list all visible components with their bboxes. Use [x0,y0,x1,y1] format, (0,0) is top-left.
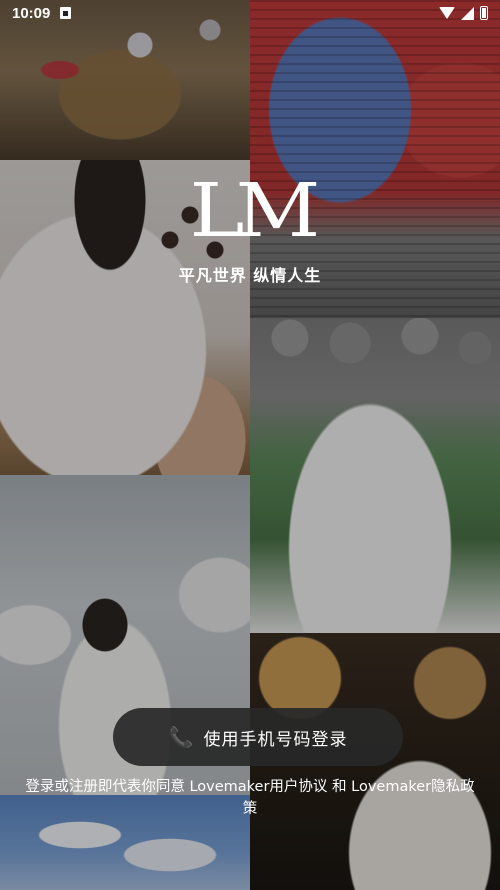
agreement-connector: 和 [332,779,347,795]
app-logo: LM [0,166,500,256]
agreement-prefix: 登录或注册即代表你同意 [25,779,185,795]
status-bar: 10:09 [0,0,500,26]
battery-icon [480,6,488,20]
phone-icon: 📞 [168,725,194,749]
photo-garden-wedding [250,318,500,633]
login-screen: 10:09 LM 平凡世界 纵情人生 📞 使用手机号码登录 登录或注册即代表你同… [0,0,500,890]
slogan: 平凡世界 纵情人生 [178,266,322,285]
status-time: 10:09 [12,4,51,22]
wifi-icon [439,7,455,19]
agreement-text: 登录或注册即代表你同意 Lovemaker用户协议 和 Lovemaker隐私政… [20,776,480,820]
sim-card-icon [60,7,72,19]
logo-mark: LM [188,168,320,254]
phone-login-button[interactable]: 📞 使用手机号码登录 [113,708,403,766]
user-agreement-link[interactable]: Lovemaker用户协议 [189,779,327,795]
phone-login-label: 使用手机号码登录 [203,729,348,750]
signal-icon [461,6,474,20]
